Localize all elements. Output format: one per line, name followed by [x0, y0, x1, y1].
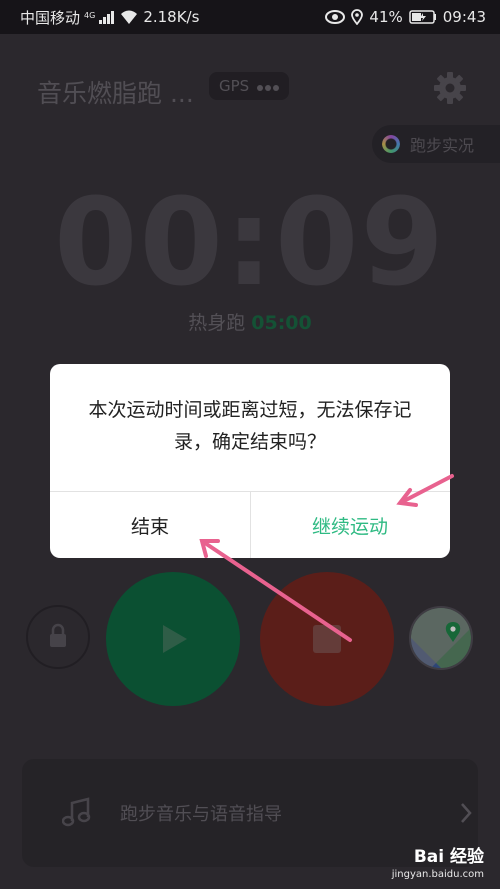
status-bar: 中国移动 4G 2.18K/s 41% 09:43	[0, 0, 500, 34]
wifi-icon	[121, 10, 138, 24]
baidu-watermark: Bai 经验 jingyan.baidu.com	[392, 849, 484, 883]
end-button[interactable]: 结束	[50, 492, 250, 558]
network-type: 4G	[84, 10, 96, 20]
eye-icon	[325, 10, 346, 24]
continue-button[interactable]: 继续运动	[250, 492, 450, 558]
signal-icon	[99, 11, 115, 24]
end-confirm-dialog: 本次运动时间或距离过短，无法保存记录，确定结束吗？ 结束 继续运动	[50, 364, 450, 558]
watermark-url: jingyan.baidu.com	[391, 869, 484, 880]
carrier-name: 中国移动	[20, 8, 81, 27]
battery-percent: 41%	[369, 8, 403, 26]
location-icon	[351, 9, 364, 25]
battery-icon	[409, 10, 436, 24]
clock: 09:43	[442, 8, 486, 26]
watermark-brand: Bai 经验	[413, 847, 484, 867]
dialog-message: 本次运动时间或距离过短，无法保存记录，确定结束吗？	[88, 399, 412, 453]
network-speed: 2.18K/s	[143, 8, 200, 26]
